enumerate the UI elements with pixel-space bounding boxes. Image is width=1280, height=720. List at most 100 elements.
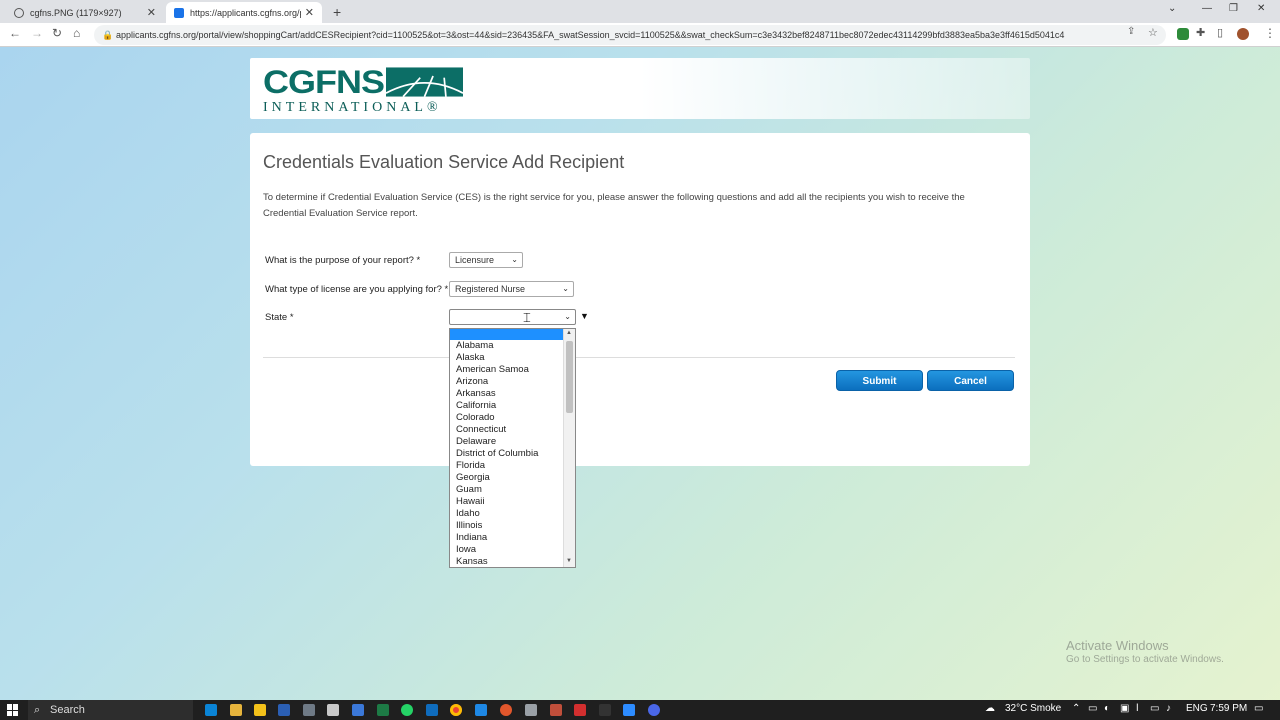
tab-label: https://applicants.cgfns.org/port	[190, 7, 301, 18]
dropdown-option[interactable]: Kansas	[450, 556, 564, 567]
weather-text[interactable]: 32°C Smoke	[1005, 703, 1061, 714]
dropdown-option[interactable]: Connecticut	[450, 424, 564, 436]
app-tray-icon[interactable]: ▣	[1120, 703, 1129, 714]
notifications-icon[interactable]: ▭	[1254, 703, 1263, 714]
taskbar-search[interactable]: ⌕ Search	[28, 700, 193, 720]
calculator-icon[interactable]	[303, 704, 315, 716]
tab-label: cgfns.PNG (1179×927)	[30, 7, 122, 18]
dropdown-option[interactable]: Georgia	[450, 472, 564, 484]
tab-cgfns[interactable]: https://applicants.cgfns.org/port ✕	[166, 2, 322, 23]
language-indicator[interactable]: ENG	[1186, 703, 1208, 714]
volume-icon[interactable]: ♪	[1166, 703, 1171, 714]
logo-wave-icon	[386, 67, 463, 98]
app-icon[interactable]	[500, 704, 512, 716]
license-type-select[interactable]: Registered Nurse ⌄	[449, 281, 574, 297]
share-icon[interactable]: ⇪	[1127, 26, 1135, 37]
file-explorer-icon[interactable]	[230, 704, 242, 716]
acrobat-icon[interactable]	[574, 704, 586, 716]
cgfns-logo[interactable]: CGFNS INTERNATIONAL®	[263, 65, 463, 115]
windows-start-icon[interactable]	[7, 704, 19, 716]
purpose-select[interactable]: Licensure ⌄	[449, 252, 523, 268]
clock[interactable]: 7:59 PM	[1210, 703, 1247, 714]
dropdown-option[interactable]: American Samoa	[450, 364, 564, 376]
state-dropdown-list[interactable]: Alabama Alaska American Samoa Arizona Arkans…	[449, 328, 576, 568]
reload-button[interactable]: ↻	[52, 26, 62, 40]
app-icon[interactable]	[352, 704, 364, 716]
app-icon[interactable]	[599, 704, 611, 716]
license-type-label: What type of license are you applying fo…	[265, 284, 449, 295]
word-icon[interactable]	[278, 704, 290, 716]
scrollbar-thumb[interactable]	[566, 341, 573, 413]
new-tab-button[interactable]: +	[333, 4, 341, 20]
battery-icon[interactable]: ▭	[1150, 703, 1159, 714]
scroll-down-icon[interactable]: ▼	[566, 558, 572, 564]
logo-subtext: INTERNATIONAL®	[263, 100, 442, 115]
back-button[interactable]: ←	[9, 26, 21, 40]
page-icon	[174, 7, 184, 18]
cancel-button[interactable]: Cancel	[927, 370, 1014, 391]
avatar[interactable]	[1237, 28, 1249, 40]
dropdown-option[interactable]: Guam	[450, 484, 564, 496]
sticky-notes-icon[interactable]	[254, 704, 266, 716]
snipping-tool-icon[interactable]	[327, 704, 339, 716]
scroll-up-icon[interactable]: ▲	[566, 330, 572, 336]
logo-text: CGFNS	[263, 63, 385, 100]
puzzle-icon[interactable]: ✚	[1196, 26, 1205, 39]
submit-button[interactable]: Submit	[836, 370, 923, 391]
extension-icon[interactable]	[1177, 28, 1189, 40]
dropdown-scrollbar[interactable]: ▲ ▼	[563, 329, 575, 567]
whatsapp-icon[interactable]	[401, 704, 413, 716]
taskbar: ⌕ Search ☁ 32°C Smoke ⌃ ▭ ◐ ▣ ǀ ▭ ♪ ENG …	[0, 700, 1280, 720]
url-input[interactable]: 🔒 applicants.cgfns.org/portal/view/shopp…	[94, 25, 1166, 45]
purpose-value: Licensure	[455, 255, 495, 265]
browser-tab-bar: cgfns.PNG (1179×927) ✕ https://applicant…	[0, 0, 1280, 23]
dropdown-option[interactable]: California	[450, 400, 564, 412]
dropdown-option[interactable]: Arkansas	[450, 388, 564, 400]
dropdown-option[interactable]: Illinois	[450, 520, 564, 532]
app-icon[interactable]	[475, 704, 487, 716]
dropdown-option[interactable]: Colorado	[450, 412, 564, 424]
dropdown-option[interactable]: Alabama	[450, 340, 564, 352]
dropdown-option[interactable]: Alaska	[450, 352, 564, 364]
state-select[interactable]: ⌄	[449, 309, 576, 325]
excel-icon[interactable]	[377, 704, 389, 716]
outlook-icon[interactable]	[426, 704, 438, 716]
home-icon[interactable]: ⌂	[73, 26, 80, 40]
dropdown-option[interactable]: Indiana	[450, 532, 564, 544]
restore-button[interactable]: ❐	[1229, 3, 1238, 14]
search-icon: ⌕	[34, 704, 41, 716]
dropdown-option[interactable]: District of Columbia	[450, 448, 564, 460]
app-icon[interactable]	[648, 704, 660, 716]
tab-image[interactable]: cgfns.PNG (1179×927) ✕	[6, 2, 164, 23]
app-icon[interactable]	[525, 704, 537, 716]
microphone-icon[interactable]: ǀ	[1136, 703, 1139, 714]
forward-button[interactable]: →	[31, 26, 43, 40]
star-icon[interactable]: ☆	[1148, 26, 1158, 39]
dropdown-option[interactable]: Hawaii	[450, 496, 564, 508]
filter-icon[interactable]: ▼	[580, 311, 589, 321]
menu-icon[interactable]: ⋮	[1264, 26, 1276, 40]
dropdown-option[interactable]: Iowa	[450, 544, 564, 556]
purpose-label: What is the purpose of your report? *	[265, 255, 421, 266]
dropdown-option[interactable]: Delaware	[450, 436, 564, 448]
state-options: Alabama Alaska American Samoa Arizona Arkans…	[450, 340, 564, 567]
dropdown-option[interactable]: Arizona	[450, 376, 564, 388]
close-tab-icon[interactable]: ✕	[305, 6, 314, 19]
weather-icon[interactable]: ☁	[985, 703, 995, 714]
network-icon[interactable]: ▭	[1088, 703, 1097, 714]
chevron-down-icon[interactable]: ⌄	[1168, 3, 1176, 14]
dropdown-highlighted-option[interactable]	[450, 329, 564, 340]
close-tab-icon[interactable]: ✕	[147, 6, 156, 19]
chevron-down-icon: ⌄	[511, 255, 518, 264]
chrome-icon[interactable]	[450, 704, 462, 716]
zoom-icon[interactable]	[623, 704, 635, 716]
dropdown-option[interactable]: Idaho	[450, 508, 564, 520]
sidebar-icon[interactable]: ▯	[1217, 26, 1223, 39]
edge-icon[interactable]	[205, 704, 217, 716]
powerpoint-icon[interactable]	[550, 704, 562, 716]
app-tray-icon[interactable]: ◐	[1104, 703, 1110, 714]
close-window-button[interactable]: ✕	[1257, 3, 1265, 14]
dropdown-option[interactable]: Florida	[450, 460, 564, 472]
chevron-up-icon[interactable]: ⌃	[1072, 703, 1080, 714]
minimize-button[interactable]: —	[1202, 3, 1212, 14]
